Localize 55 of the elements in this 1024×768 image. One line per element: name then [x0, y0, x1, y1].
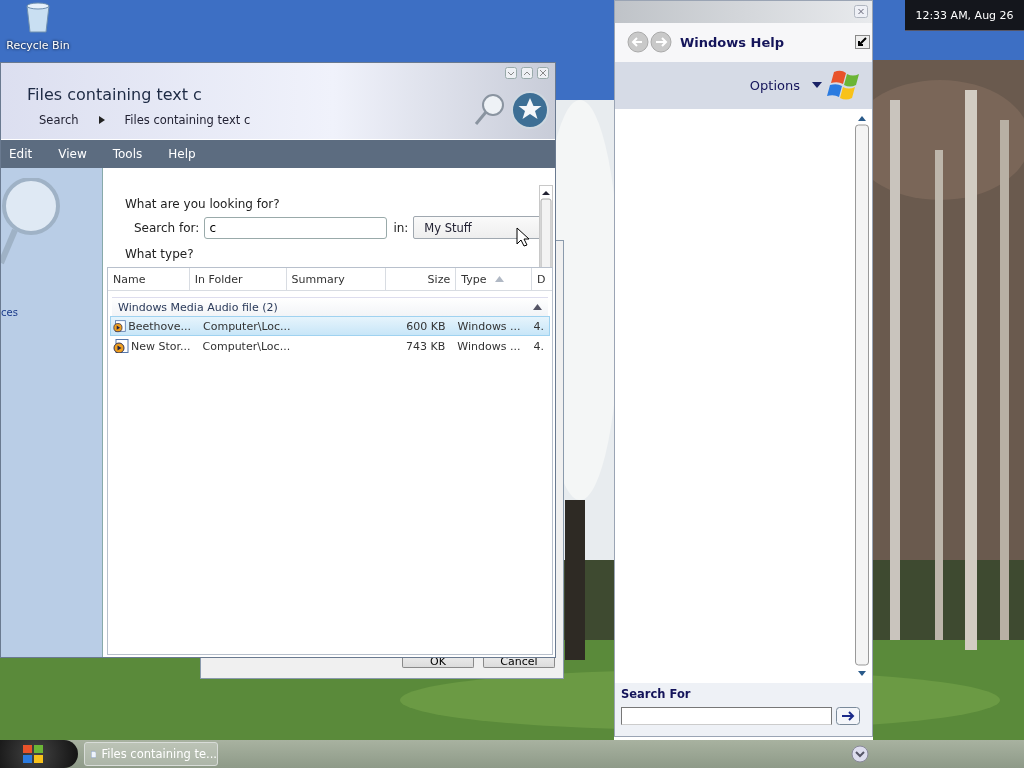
minimize-button[interactable] — [505, 67, 517, 79]
side-panel-link[interactable]: ces — [1, 307, 18, 318]
field-label: Search For — [621, 686, 692, 701]
back-button[interactable] — [627, 31, 649, 54]
search-field[interactable] — [621, 706, 832, 725]
flag-logo-icon — [826, 70, 860, 101]
start-button[interactable] — [0, 740, 78, 768]
collapse-arrow-icon[interactable] — [533, 304, 542, 310]
search-field[interactable]: c — [204, 216, 388, 239]
flag-logo-icon — [22, 744, 44, 764]
table-cell-text: 4. — [532, 339, 545, 353]
table-cell-text: 743 KB — [405, 339, 447, 353]
breadcrumb-item[interactable]: Search — [39, 113, 79, 127]
file-name[interactable]: Beethove... — [128, 319, 191, 333]
menu-item[interactable]: View — [58, 147, 87, 161]
table-cell-text: 600 KB — [405, 319, 447, 333]
column-header[interactable]: Name — [108, 268, 190, 290]
breadcrumb-arrow-icon[interactable] — [98, 116, 105, 124]
menu-item[interactable]: Tools — [112, 147, 143, 161]
restore-button[interactable] — [855, 35, 870, 50]
table-cell-text: Windows ... — [456, 319, 522, 333]
go-button[interactable] — [836, 706, 860, 725]
selection-highlight[interactable]: Beethove... Computer\Loc... 600 KB Windows ... 4. — [110, 316, 550, 336]
breadcrumb-item[interactable]: Files containing text c — [124, 113, 251, 127]
group-header[interactable]: Windows Media Audio file (2) — [112, 297, 548, 316]
column-header[interactable]: Type — [456, 268, 533, 290]
clock: 12:33 AM, Aug 26 — [905, 0, 1024, 31]
window-title: Windows Help — [680, 34, 786, 50]
menu-item[interactable]: Edit — [9, 147, 33, 161]
column-header[interactable]: Size — [386, 268, 457, 290]
section-heading: What are you looking for? — [125, 197, 281, 211]
magnifier-icon[interactable] — [473, 93, 505, 127]
forward-button[interactable] — [650, 31, 672, 54]
table-cell-text: Computer\Loc... — [202, 319, 290, 333]
section-heading: What type? — [125, 247, 195, 261]
table-cell-text: 4. — [532, 319, 545, 333]
table-cell-text: Windows ... — [456, 339, 522, 353]
column-header[interactable]: In Folder — [189, 268, 287, 290]
column-header[interactable]: D — [532, 268, 552, 290]
options-button[interactable]: Options — [749, 77, 822, 93]
close-button[interactable] — [537, 67, 549, 79]
dropdown-arrow-icon — [812, 82, 822, 89]
menu-item[interactable]: Help — [168, 147, 196, 161]
scroll-bar[interactable] — [539, 185, 553, 270]
media-file-icon — [113, 319, 127, 333]
field-label: Search for: — [134, 220, 200, 235]
media-file-icon — [113, 339, 129, 353]
chevron-button[interactable] — [851, 745, 869, 763]
table-cell-text: Computer\Loc... — [201, 339, 290, 353]
column-header[interactable]: Summary — [286, 268, 387, 290]
maximize-button[interactable] — [521, 67, 533, 79]
window-title: Files containing text c — [27, 85, 203, 104]
mouse-cursor-icon — [516, 227, 529, 247]
field-label: in: — [393, 220, 409, 235]
file-name[interactable]: New Stor... — [131, 339, 191, 353]
